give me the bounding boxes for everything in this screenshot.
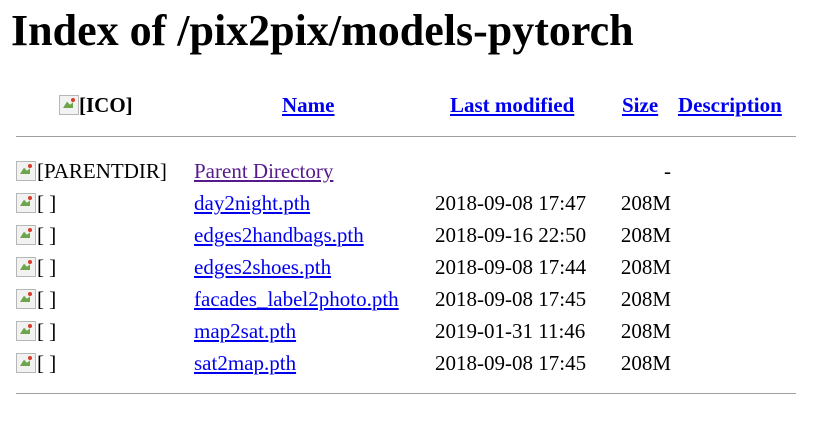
sort-by-description-link[interactable]: Description [678, 93, 782, 118]
page-title: Index of /pix2pix/models-pytorch [11, 6, 634, 55]
file-modified: 2018-09-08 17:45 [435, 351, 587, 375]
footer-divider [16, 393, 796, 394]
header-icon-cell: [ICO] [59, 93, 133, 118]
file-icon [16, 225, 36, 245]
file-link[interactable]: edges2handbags.pth [194, 223, 364, 248]
file-icon-alt: [ ] [37, 351, 57, 375]
file-size: 208M [620, 223, 671, 247]
sort-by-last-modified-link[interactable]: Last modified [450, 93, 574, 118]
header-divider [16, 136, 796, 137]
file-size: 208M [620, 351, 671, 375]
table-row: [ ] day2night.pth 2018-09-08 17:47 208M [0, 189, 819, 217]
parent-dir-icon-cell: [PARENTDIR] [16, 159, 167, 184]
parent-directory-row: [PARENTDIR] Parent Directory - [0, 157, 819, 185]
file-icon [16, 289, 36, 309]
file-icon [16, 353, 36, 373]
parent-dir-icon-alt: [PARENTDIR] [37, 159, 167, 183]
file-size: 208M [620, 319, 671, 343]
table-row: [ ] facades_label2photo.pth 2018-09-08 1… [0, 285, 819, 313]
file-link[interactable]: edges2shoes.pth [194, 255, 331, 280]
file-icon-cell: [ ] [16, 319, 56, 344]
file-icon-alt: [ ] [37, 319, 57, 343]
file-link[interactable]: map2sat.pth [194, 319, 296, 344]
file-icon-alt: [ ] [37, 191, 57, 215]
file-icon-alt: [ ] [37, 287, 57, 311]
file-icon-cell: [ ] [16, 287, 56, 312]
table-header: [ICO] Name Last modified Size Descriptio… [0, 93, 819, 121]
file-icon [16, 321, 36, 341]
file-size: 208M [620, 255, 671, 279]
file-size: 208M [620, 287, 671, 311]
parent-directory-size: - [664, 159, 671, 183]
file-modified: 2018-09-16 22:50 [435, 223, 587, 247]
parent-dir-icon [16, 161, 36, 181]
header-icon-alt: [ICO] [79, 93, 133, 117]
file-icon-cell: [ ] [16, 351, 56, 376]
file-icon-alt: [ ] [37, 223, 57, 247]
parent-directory-link[interactable]: Parent Directory [194, 159, 333, 184]
file-icon-cell: [ ] [16, 255, 56, 280]
file-link[interactable]: day2night.pth [194, 191, 310, 216]
file-icon-alt: [ ] [37, 255, 57, 279]
file-modified: 2018-09-08 17:44 [435, 255, 587, 279]
file-link[interactable]: sat2map.pth [194, 351, 296, 376]
file-modified: 2018-09-08 17:45 [435, 287, 587, 311]
sort-by-size-link[interactable]: Size [622, 93, 658, 118]
file-icon [16, 193, 36, 213]
table-row: [ ] map2sat.pth 2019-01-31 11:46 208M [0, 317, 819, 345]
file-icon-cell: [ ] [16, 223, 56, 248]
table-row: [ ] sat2map.pth 2018-09-08 17:45 208M [0, 349, 819, 377]
file-icon [16, 257, 36, 277]
file-link[interactable]: facades_label2photo.pth [194, 287, 399, 312]
table-row: [ ] edges2shoes.pth 2018-09-08 17:44 208… [0, 253, 819, 281]
table-row: [ ] edges2handbags.pth 2018-09-16 22:50 … [0, 221, 819, 249]
file-icon-cell: [ ] [16, 191, 56, 216]
file-modified: 2018-09-08 17:47 [435, 191, 587, 215]
file-size: 208M [620, 191, 671, 215]
sort-by-name-link[interactable]: Name [282, 93, 334, 118]
broken-image-icon [59, 95, 79, 115]
file-modified: 2019-01-31 11:46 [435, 319, 586, 343]
